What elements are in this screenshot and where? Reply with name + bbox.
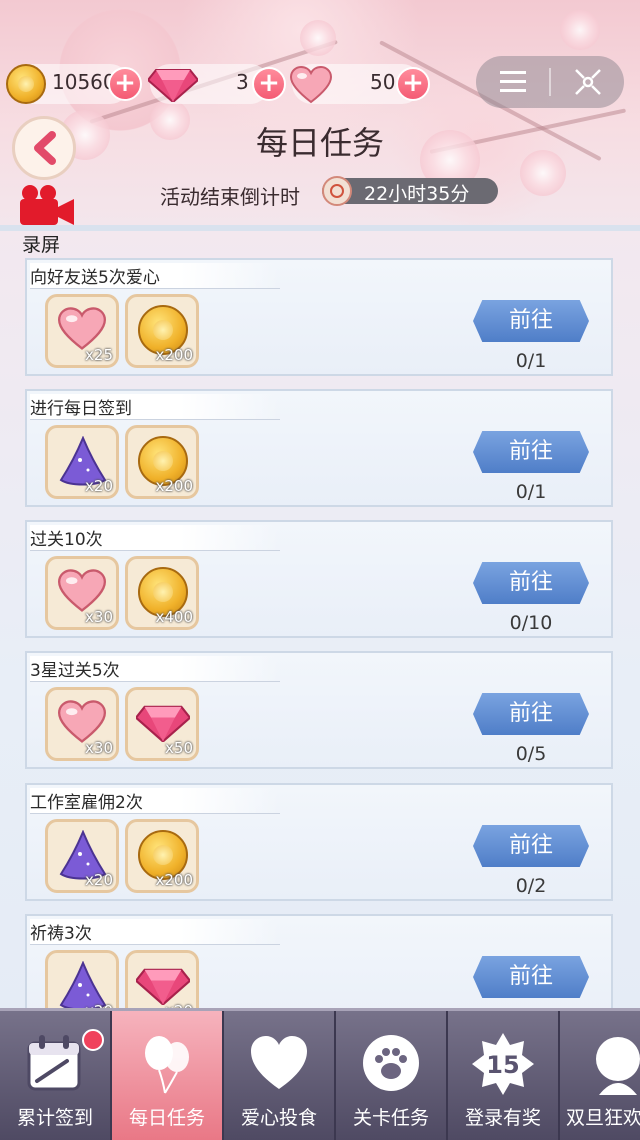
nav-label: 每日任务 — [128, 1107, 205, 1129]
go-button[interactable]: 前往 — [473, 300, 589, 342]
reward-qty: x200 — [155, 477, 193, 495]
task-card: 向好友送5次爱心 x25 x200 前往 0/1 — [25, 258, 613, 376]
reward-slot[interactable]: x50 — [125, 687, 199, 761]
reward-slot[interactable]: x20 — [45, 819, 119, 893]
heart-icon — [58, 700, 106, 743]
task-card: 工作室雇佣2次 x20 x200 前往 0/2 — [25, 783, 613, 901]
nav-label: 关卡任务 — [352, 1107, 429, 1129]
task-card: 祈祷3次 x20 x20 前往 — [25, 914, 613, 1010]
gem-amount: 3 — [236, 70, 249, 94]
add-gems-button[interactable]: + — [252, 67, 286, 101]
reward-qty: x20 — [85, 871, 113, 889]
reward-qty: x400 — [155, 608, 193, 626]
reward-slot[interactable]: x30 — [45, 556, 119, 630]
badge-15-icon: 15 — [472, 1033, 534, 1095]
go-button[interactable]: 前往 — [473, 825, 589, 867]
add-coins-button[interactable]: + — [108, 67, 142, 101]
menu-icon[interactable] — [500, 70, 526, 94]
notification-dot — [82, 1029, 104, 1051]
reward-slot[interactable]: x200 — [125, 425, 199, 499]
reward-qty: x20 — [85, 477, 113, 495]
task-title: 向好友送5次爱心 — [30, 263, 280, 289]
reward-qty: x30 — [85, 739, 113, 757]
close-icon[interactable] — [574, 68, 602, 96]
header-background — [0, 0, 640, 225]
timer-value: 22小时35分 — [364, 183, 470, 205]
heart-icon — [58, 569, 106, 612]
gem-icon — [148, 69, 198, 102]
character-icon — [596, 1037, 640, 1095]
reward-qty: x50 — [165, 739, 193, 757]
go-button[interactable]: 前往 — [473, 956, 589, 998]
add-hearts-button[interactable]: + — [396, 67, 430, 101]
reward-qty: x200 — [155, 346, 193, 364]
reward-slot[interactable]: x20 — [125, 950, 199, 1010]
task-list[interactable]: 向好友送5次爱心 x25 x200 前往 0/1 进行每日签到 x20 x200… — [0, 225, 640, 1010]
heart-icon — [251, 1036, 307, 1089]
gem-icon — [136, 705, 190, 742]
task-card: 过关10次 x30 x400 前往 0/10 — [25, 520, 613, 638]
nav-item-cumulative-checkin[interactable]: 累计签到 — [0, 1011, 112, 1140]
paw-icon — [363, 1035, 419, 1091]
video-camera-icon[interactable] — [16, 183, 76, 231]
reward-slot[interactable]: x20 — [45, 425, 119, 499]
heart-icon — [290, 66, 332, 104]
task-title: 过关10次 — [30, 525, 280, 551]
task-progress: 0/10 — [509, 612, 553, 634]
nav-item-login-reward[interactable]: 15 登录有奖 — [448, 1011, 560, 1140]
coin-amount: 10560 — [52, 70, 116, 94]
nav-label: 爱心投食 — [240, 1107, 317, 1129]
task-title: 工作室雇佣2次 — [30, 788, 280, 814]
balloon-icon — [145, 1036, 189, 1094]
task-card: 进行每日签到 x20 x200 前往 0/1 — [25, 389, 613, 507]
task-progress: 0/2 — [515, 875, 547, 897]
gem-icon — [136, 968, 190, 1005]
bottom-nav: 累计签到 每日任务 爱心投食 关卡任务 15 登录有奖 双旦狂欢 — [0, 1008, 640, 1140]
page-title: 每日任务 — [255, 124, 384, 162]
nav-item-heart-feeding[interactable]: 爱心投食 — [224, 1011, 336, 1140]
reward-qty: x200 — [155, 871, 193, 889]
go-button[interactable]: 前往 — [473, 431, 589, 473]
task-card: 3星过关5次 x30 x50 前往 0/5 — [25, 651, 613, 769]
timer-label: 活动结束倒计时 — [160, 185, 300, 209]
coin-icon — [6, 64, 46, 104]
reward-slot[interactable]: x30 — [45, 687, 119, 761]
nav-label: 登录有奖 — [464, 1107, 541, 1129]
nav-label: 累计签到 — [16, 1107, 93, 1129]
reward-slot[interactable]: x20 — [45, 950, 119, 1010]
clock-icon — [322, 176, 352, 206]
nav-item-level-tasks[interactable]: 关卡任务 — [336, 1011, 448, 1140]
go-button[interactable]: 前往 — [473, 693, 589, 735]
reward-slot[interactable]: x200 — [125, 294, 199, 368]
task-title: 3星过关5次 — [30, 656, 280, 682]
task-title: 进行每日签到 — [30, 394, 280, 420]
task-title: 祈祷3次 — [30, 919, 280, 945]
go-button[interactable]: 前往 — [473, 562, 589, 604]
badge-number: 15 — [486, 1051, 519, 1079]
reward-qty: x25 — [85, 346, 113, 364]
heart-icon — [58, 307, 106, 350]
task-progress: 0/5 — [515, 743, 547, 765]
reward-slot[interactable]: x400 — [125, 556, 199, 630]
reward-slot[interactable]: x25 — [45, 294, 119, 368]
calendar-icon — [27, 1035, 81, 1091]
nav-item-holiday-carnival[interactable]: 双旦狂欢 — [560, 1011, 640, 1140]
nav-item-daily-tasks[interactable]: 每日任务 — [112, 1011, 224, 1140]
reward-qty: x30 — [85, 608, 113, 626]
system-menu — [476, 56, 624, 108]
reward-slot[interactable]: x200 — [125, 819, 199, 893]
task-progress: 0/1 — [515, 481, 547, 503]
nav-label: 双旦狂欢 — [566, 1107, 640, 1129]
task-progress: 0/1 — [515, 350, 547, 372]
heart-amount: 50 — [370, 70, 396, 94]
